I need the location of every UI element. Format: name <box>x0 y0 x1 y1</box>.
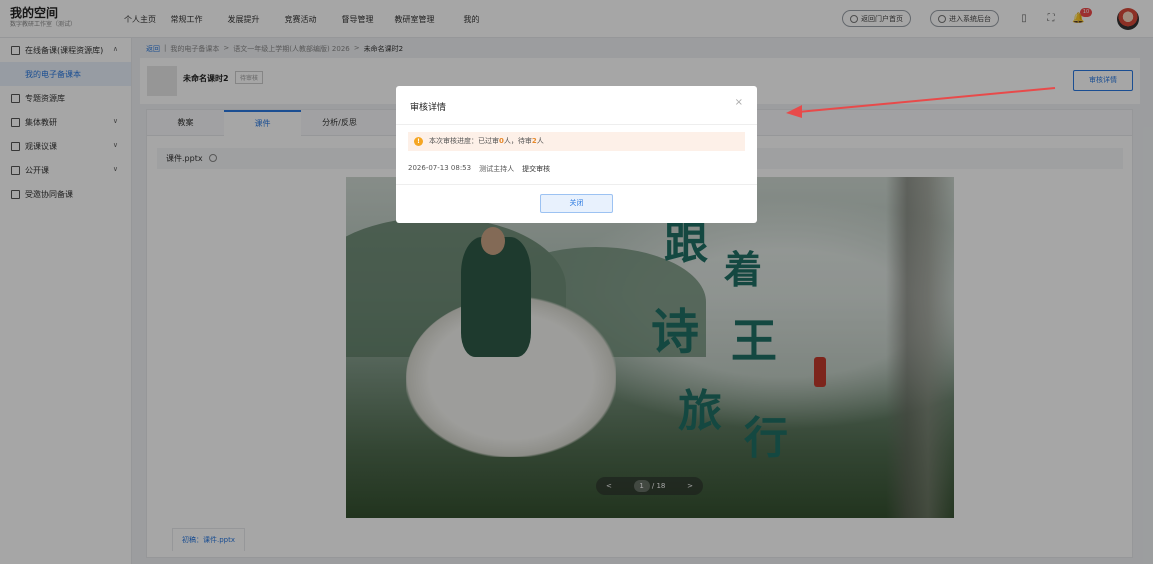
review-log-row: 2026-07-13 08:53 测试主持人 提交审核 <box>408 164 558 174</box>
review-details-dialog: 审核详情 × ! 本次审核进度：已过审0人，待审2人 2026-07-13 08… <box>396 86 757 223</box>
log-user: 测试主持人 <box>479 165 515 173</box>
log-time: 2026-07-13 08:53 <box>408 164 472 172</box>
log-action: 提交审核 <box>522 165 551 173</box>
dialog-title: 审核详情 <box>410 103 447 113</box>
warning-icon: ! <box>414 137 423 146</box>
alert-text: 人，待审 <box>503 137 532 145</box>
divider <box>396 184 757 185</box>
close-button[interactable]: 关闭 <box>540 194 613 213</box>
alert-text: 本次审核进度：已过审 <box>429 137 499 145</box>
review-progress-alert: ! 本次审核进度：已过审0人，待审2人 <box>408 132 745 151</box>
close-icon[interactable]: × <box>735 97 743 108</box>
alert-text: 人 <box>536 137 544 145</box>
annotation-arrow-icon <box>786 87 1056 118</box>
divider <box>396 124 757 125</box>
